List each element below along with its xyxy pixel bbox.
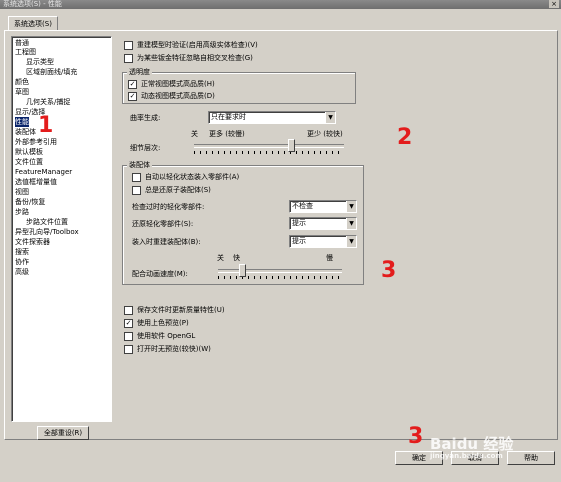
tree-item-sketch[interactable]: 草图 [15,87,29,97]
tree-item-colors[interactable]: 颜色 [15,77,29,87]
tree-item-file-explorer[interactable]: 文件探索器 [15,237,50,247]
curvature-label: 曲率生成: [130,114,161,122]
anim-off-label: 关 [217,254,224,262]
tree-item-spin-box-increments[interactable]: 选值框增量值 [15,177,57,187]
annotation-2: 2 [397,125,413,150]
check-outdated-select[interactable]: 不检查 ▼ [289,200,357,213]
update-mass-properties-checkbox[interactable]: 保存文件时更新质量特性(U) [124,305,225,315]
detail-less-label: 更少 (较快) [307,130,343,138]
checkbox-box[interactable] [124,344,133,354]
slider-track [218,269,342,273]
annotation-3-middle: 3 [381,258,397,283]
tree-item-featuremanager[interactable]: FeatureManager [15,167,72,177]
tree-item-backup-recover[interactable]: 备份/恢复 [15,197,45,207]
tree-item-collaboration[interactable]: 协作 [15,257,29,267]
rebuild-on-load-select[interactable]: 提示 ▼ [289,235,357,248]
no-preview-on-open-checkbox[interactable]: 打开时无预览(较快)(W) [124,344,211,354]
checkbox-box-checked[interactable]: ✓ [128,91,137,101]
close-button[interactable]: × [549,0,559,8]
baidu-watermark: Baidu 经验 jingyan.baidu.com [430,436,530,476]
transparency-group-title: 透明度 [127,67,152,77]
resolve-lightweight-value: 提示 [292,219,306,227]
tree-item-display-style[interactable]: 显示类型 [26,57,54,67]
checkbox-label: 使用软件 OpenGL [137,332,196,340]
reset-all-button[interactable]: 全部重设(R) [37,426,89,440]
tree-item-default-templates[interactable]: 默认模板 [15,147,43,157]
detail-more-label: 更多 (较慢) [209,130,245,138]
checkbox-box[interactable] [132,185,141,195]
checkbox-box-checked[interactable]: ✓ [124,318,133,328]
ignore-self-intersection-checkbox[interactable]: 为某些钣金特征忽略自相交叉检查(G) [124,53,253,63]
checkbox-label: 保存文件时更新质量特性(U) [137,306,225,314]
chevron-down-icon[interactable]: ▼ [346,218,356,229]
detail-level-label: 细节层次: [130,144,161,152]
window-title: 系统选项(S) - 性能 [3,0,62,8]
slider-thumb[interactable] [239,264,246,277]
watermark-url: jingyan.baidu.com [430,452,503,460]
detail-level-slider[interactable] [194,139,344,155]
checkbox-box-checked[interactable]: ✓ [128,79,137,89]
rebuild-verify-checkbox[interactable]: 重建模型时验证(启用高级实体检查)(V) [124,40,258,50]
checkbox-box[interactable] [132,172,141,182]
checkbox-label: 总是还原子装配体(S) [145,186,211,194]
chevron-down-icon[interactable]: ▼ [325,112,335,123]
slider-ticks [218,276,342,279]
checkbox-label: 打开时无预览(较快)(W) [137,345,211,353]
checkbox-label: 正常视图模式高品质(H) [141,80,215,88]
tree-item-drawings[interactable]: 工程图 [15,47,36,57]
normal-view-quality-checkbox[interactable]: ✓ 正常视图模式高品质(H) [128,79,215,89]
rebuild-on-load-label: 装入时重建装配体(B): [132,238,201,246]
tree-item-performance[interactable]: 性能 [15,117,29,127]
chevron-down-icon[interactable]: ▼ [346,201,356,212]
checkbox-label: 使用上色预览(P) [137,319,189,327]
detail-off-label: 关 [191,130,198,138]
checkbox-box[interactable] [124,53,133,63]
checkbox-box[interactable] [124,305,133,315]
chevron-down-icon[interactable]: ▼ [346,236,356,247]
annotation-3-bottom: 3 [408,424,424,449]
dynamic-view-quality-checkbox[interactable]: ✓ 动态视图模式高品质(D) [128,91,215,101]
mate-animation-speed-slider[interactable] [218,264,342,280]
curvature-value: 只在要求时 [211,113,246,121]
checkbox-label: 重建模型时验证(启用高级实体检查)(V) [137,41,258,49]
always-resolve-checkbox[interactable]: 总是还原子装配体(S) [132,185,211,195]
tree-item-external-references[interactable]: 外部参考引用 [15,137,57,147]
slider-track [194,144,344,148]
check-outdated-label: 检查过时的轻化零部件: [132,203,205,211]
checkbox-label: 为某些钣金特征忽略自相交叉检查(G) [137,54,253,62]
anim-fast-label: 快 [233,254,240,262]
tab-system-options[interactable]: 系统选项(S) [8,16,58,31]
auto-lightweight-checkbox[interactable]: 自动以轻化状态装入零部件(A) [132,172,239,182]
tree-item-assemblies[interactable]: 装配体 [15,127,36,137]
anim-slow-label: 慢 [326,254,333,262]
checkbox-label: 自动以轻化状态装入零部件(A) [145,173,240,181]
tree-item-hole-wizard-toolbox[interactable]: 异型孔向导/Toolbox [15,227,79,237]
checkbox-label: 动态视图模式高品质(D) [141,92,215,100]
software-opengl-checkbox[interactable]: 使用软件 OpenGL [124,331,195,341]
tree-item-relations-snaps[interactable]: 几何关系/捕捉 [26,97,70,107]
tree-item-view[interactable]: 视图 [15,187,29,197]
shaded-preview-checkbox[interactable]: ✓ 使用上色预览(P) [124,318,189,328]
tree-item-routing[interactable]: 步路 [15,207,29,217]
slider-thumb[interactable] [288,139,295,152]
annotation-1: 1 [38,113,54,138]
tree-item-area-hatch[interactable]: 区域剖面线/填充 [26,67,77,77]
anim-speed-label: 配合动画速度(M): [132,270,188,278]
curvature-select[interactable]: 只在要求时 ▼ [208,111,336,124]
rebuild-on-load-value: 提示 [292,237,306,245]
tree-item-search[interactable]: 搜索 [15,247,29,257]
tree-item-routing-file-locations[interactable]: 步路文件位置 [26,217,68,227]
options-tree[interactable]: 普通 工程图 显示类型 区域剖面线/填充 颜色 草图 几何关系/捕捉 显示/选择… [11,36,112,422]
checkbox-box[interactable] [124,331,133,341]
watermark-brand: Baidu 经验 [430,435,514,453]
resolve-lightweight-label: 还原轻化零部件(S): [132,220,194,228]
resolve-lightweight-select[interactable]: 提示 ▼ [289,217,357,230]
tree-item-file-locations[interactable]: 文件位置 [15,157,43,167]
assembly-group-title: 装配体 [127,160,152,170]
check-outdated-value: 不检查 [292,202,313,210]
slider-ticks [194,151,344,154]
tree-item-advanced[interactable]: 高级 [15,267,29,277]
window-titlebar: 系统选项(S) - 性能 × [0,0,561,9]
checkbox-box[interactable] [124,40,133,50]
